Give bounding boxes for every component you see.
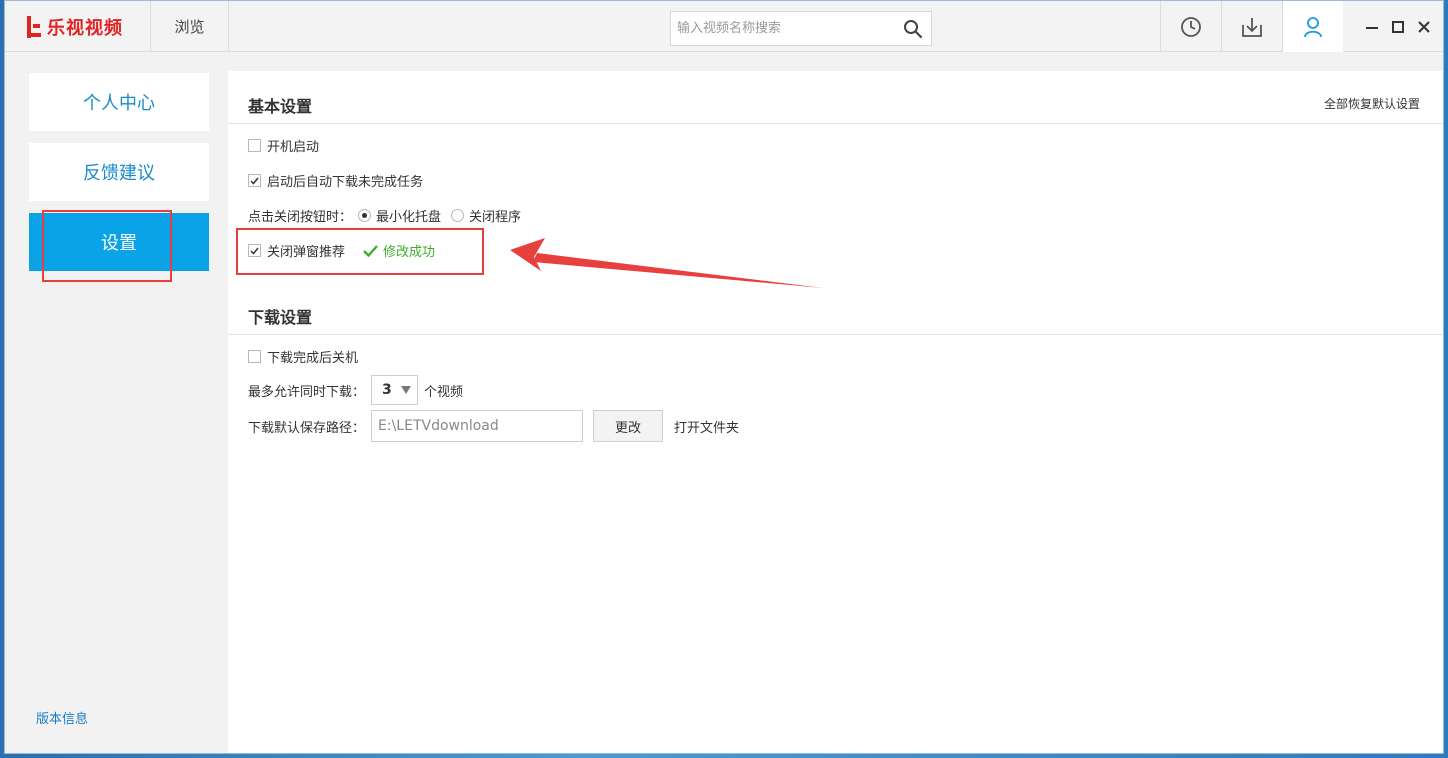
- max-concurrent-value: 3: [382, 382, 392, 398]
- basic-settings-title: 基本设置: [248, 97, 313, 116]
- annotation-box-settings: [42, 210, 172, 282]
- version-info-link[interactable]: 版本信息: [36, 708, 88, 727]
- autostart-checkbox[interactable]: [248, 139, 261, 152]
- close-action-label: 点击关闭按钮时：: [248, 210, 353, 225]
- autostart-label: 开机启动: [267, 140, 320, 155]
- search-box: [670, 11, 932, 46]
- change-path-button[interactable]: 更改: [593, 410, 664, 442]
- reset-defaults-link[interactable]: 全部恢复默认设置: [1324, 95, 1420, 112]
- app-window: 乐视视频 浏览 个人中心 反馈建议 设置 版本信息: [4, 0, 1444, 754]
- dropdown-arrow-icon: [401, 386, 412, 394]
- sidebar-item-personal-center[interactable]: 个人中心: [29, 73, 209, 131]
- exit-program-label: 关闭程序: [469, 210, 522, 225]
- max-concurrent-select[interactable]: 3: [371, 375, 419, 405]
- close-action-option: 点击关闭按钮时： 最小化托盘 关闭程序: [248, 206, 521, 225]
- auto-resume-label: 启动后自动下载未完成任务: [267, 175, 424, 190]
- minimize-tray-radio[interactable]: [358, 209, 372, 222]
- settings-panel: 基本设置 全部恢复默认设置 开机启动 启动后自动下载未完成任务 点击关闭按钮时：…: [228, 71, 1443, 753]
- auto-resume-option: 启动后自动下载未完成任务: [248, 171, 423, 190]
- shutdown-checkbox[interactable]: [248, 350, 261, 363]
- save-path-option: 下载默认保存路径： 更改 打开文件夹: [248, 410, 739, 442]
- title-bar: 乐视视频 浏览: [5, 1, 1443, 52]
- close-icon[interactable]: [1411, 15, 1437, 39]
- maximize-icon[interactable]: [1385, 15, 1411, 39]
- annotation-box-popup: [236, 228, 484, 275]
- app-logo-text: 乐视视频: [47, 17, 123, 39]
- save-path-input[interactable]: [371, 410, 584, 442]
- minimize-icon[interactable]: [1359, 15, 1385, 39]
- user-icon[interactable]: [1282, 1, 1343, 52]
- exit-program-radio[interactable]: [451, 209, 465, 222]
- minimize-tray-label: 最小化托盘: [376, 210, 442, 225]
- history-icon[interactable]: [1160, 1, 1221, 52]
- shutdown-label: 下载完成后关机: [267, 351, 359, 366]
- auto-resume-checkbox[interactable]: [248, 174, 261, 187]
- save-path-label: 下载默认保存路径：: [248, 420, 366, 436]
- letv-logo-icon: [27, 15, 41, 38]
- shutdown-option: 下载完成后关机: [248, 347, 358, 366]
- download-icon[interactable]: [1221, 1, 1282, 52]
- max-concurrent-option: 最多允许同时下载： 3 个视频: [248, 375, 463, 405]
- checkmark-icon: [250, 177, 259, 185]
- nav-browse-button[interactable]: 浏览: [151, 1, 229, 52]
- open-folder-link[interactable]: 打开文件夹: [674, 417, 739, 436]
- download-settings-title: 下载设置: [248, 308, 313, 327]
- sidebar-item-feedback[interactable]: 反馈建议: [29, 143, 209, 201]
- max-concurrent-suffix: 个视频: [424, 384, 464, 400]
- section-divider: [228, 123, 1443, 124]
- app-logo[interactable]: 乐视视频: [5, 1, 151, 52]
- search-icon[interactable]: [895, 12, 931, 45]
- autostart-option: 开机启动: [248, 136, 319, 155]
- section-divider: [228, 334, 1443, 335]
- max-concurrent-label: 最多允许同时下载：: [248, 384, 366, 400]
- search-input[interactable]: [671, 12, 895, 45]
